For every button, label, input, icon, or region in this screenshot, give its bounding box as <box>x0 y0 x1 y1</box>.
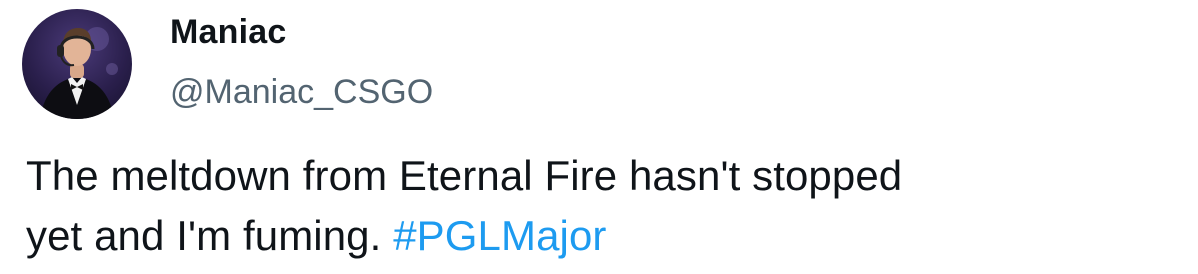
profile-photo-icon[interactable] <box>22 9 132 119</box>
tweet-text: The meltdown from Eternal Fire hasn't st… <box>26 146 1176 266</box>
tweet-text-line-1: The meltdown from Eternal Fire hasn't st… <box>26 152 903 199</box>
tweet-card: Maniac @Maniac_CSGO The meltdown from Et… <box>0 0 1198 274</box>
tweet-text-line-2: yet and I'm fuming. #PGLMajor <box>26 206 1176 266</box>
tweet-header: Maniac @Maniac_CSGO <box>170 10 433 112</box>
tweet-text-fragment: yet and I'm fuming. <box>26 212 394 259</box>
hashtag-link[interactable]: #PGLMajor <box>393 212 606 259</box>
display-name[interactable]: Maniac <box>170 10 433 54</box>
user-handle[interactable]: @Maniac_CSGO <box>170 72 433 112</box>
